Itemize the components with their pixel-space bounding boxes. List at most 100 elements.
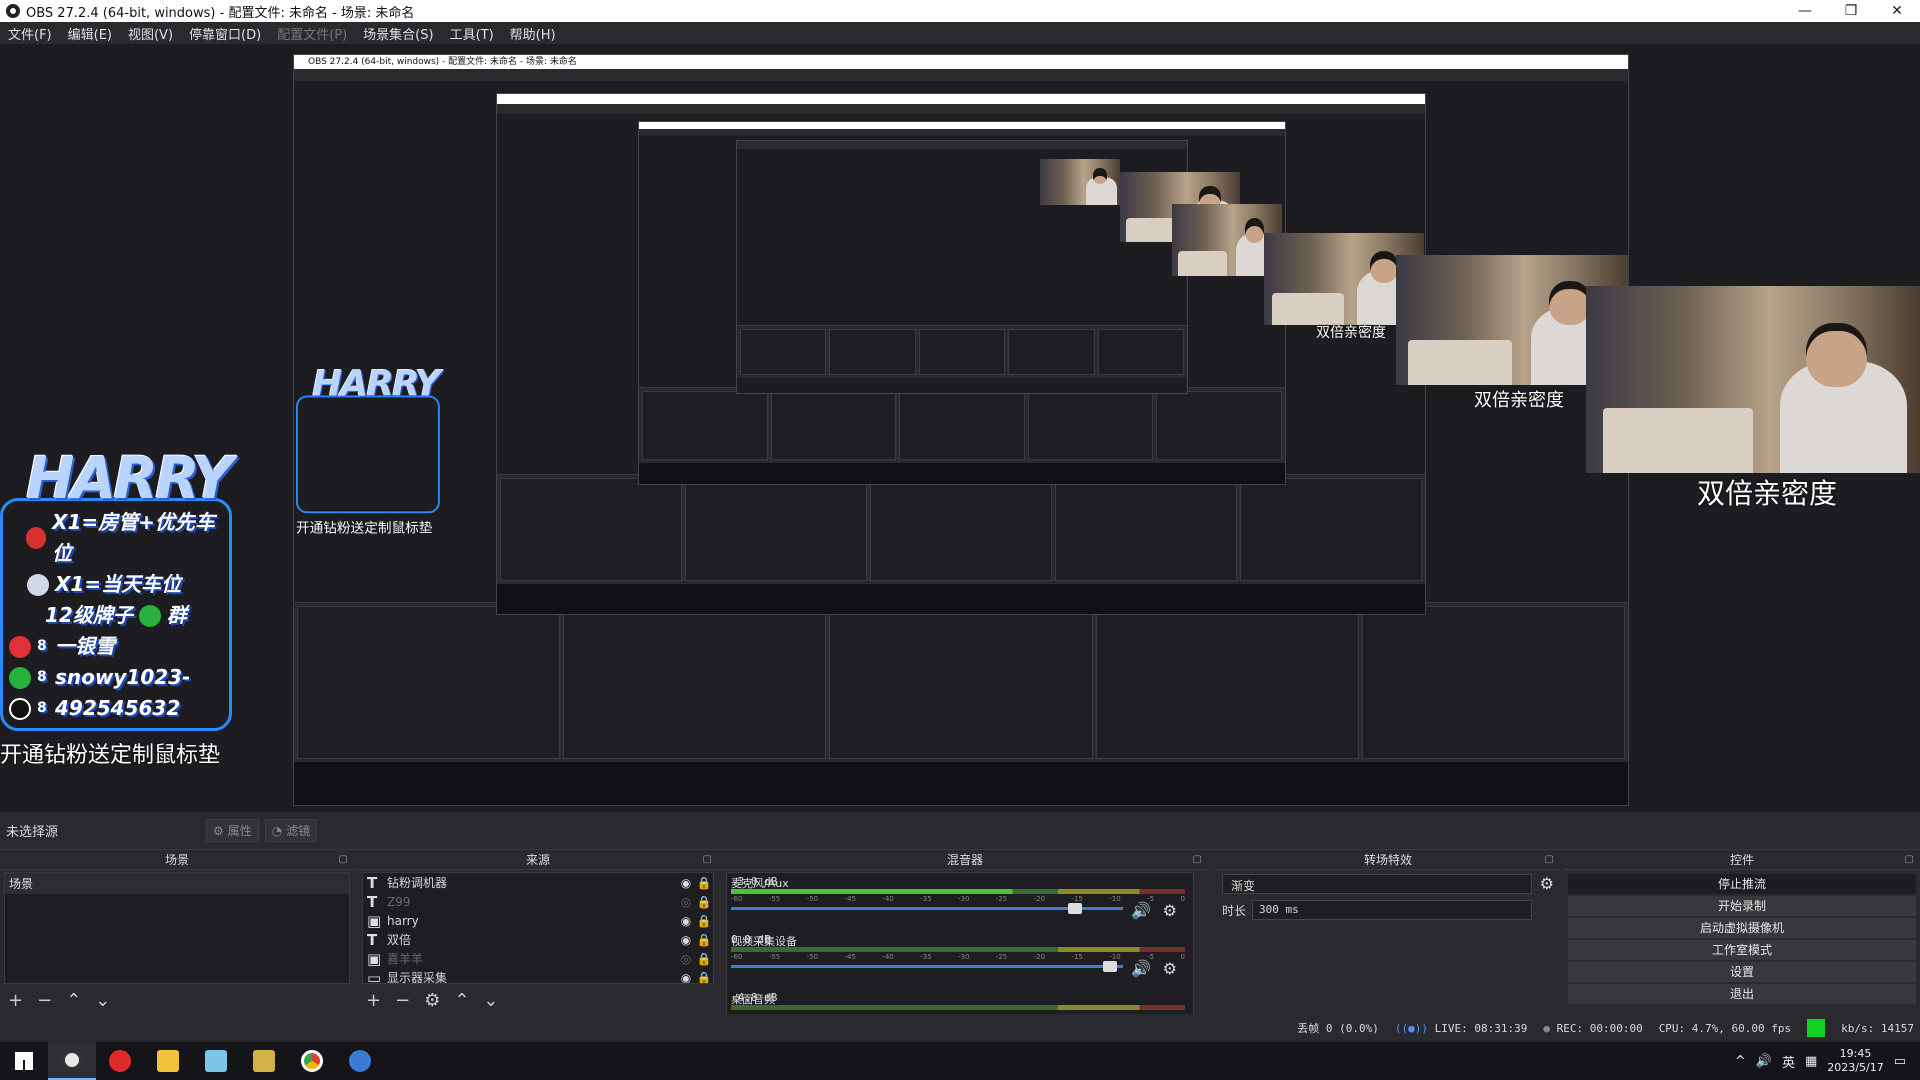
start-button[interactable] bbox=[0, 1042, 48, 1080]
chevron-up-icon[interactable]: ^ bbox=[1735, 1054, 1746, 1069]
remove-scene-button[interactable]: − bbox=[37, 990, 52, 1011]
gear-icon: ⚙ bbox=[213, 823, 224, 838]
ime-indicator[interactable]: 英 bbox=[1782, 1052, 1795, 1071]
plane-icon bbox=[27, 573, 49, 596]
overlay-line-3: 12级牌子群 bbox=[45, 603, 187, 627]
move-down-icon[interactable]: ⌄ bbox=[483, 990, 498, 1011]
taskbar-app-steam[interactable] bbox=[336, 1042, 384, 1080]
ime-grid-icon[interactable]: ▦ bbox=[1805, 1054, 1817, 1069]
clock-time: 19:45 bbox=[1839, 1047, 1872, 1060]
menu-help[interactable]: 帮助(H) bbox=[502, 24, 564, 43]
meter-scale: -60 -55 -50 -45 -40 -35 -30 -25 -20 -15 -10 -5 0 bbox=[731, 953, 1185, 961]
menu-edit[interactable]: 编辑(E) bbox=[60, 24, 120, 43]
add-source-button[interactable]: + bbox=[366, 990, 381, 1011]
source-settings-icon[interactable]: ⚙ bbox=[424, 990, 440, 1011]
preview-canvas[interactable]: OBS 27.2.4 (64-bit, windows) - 配置文件: 未命名… bbox=[0, 44, 1920, 812]
exit-button[interactable]: 退出 bbox=[1568, 984, 1916, 1004]
overlay-line-4: 8 一银雪 bbox=[9, 631, 219, 662]
minimize-button[interactable]: — bbox=[1782, 0, 1828, 22]
sources-toolbar: + − ⚙ ⌃ ⌄ bbox=[366, 990, 499, 1011]
restore-button[interactable]: ❐ bbox=[1828, 0, 1874, 22]
eye-hidden-icon[interactable]: ◎ bbox=[677, 895, 695, 909]
close-button[interactable]: ✕ bbox=[1874, 0, 1920, 22]
netease-icon bbox=[109, 1050, 131, 1072]
menu-bar: 文件(F) 编辑(E) 视图(V) 停靠窗口(D) 配置文件(P) 场景集合(S… bbox=[0, 22, 1920, 44]
transition-select[interactable]: 渐变 bbox=[1222, 874, 1532, 894]
eye-hidden-icon[interactable]: ◎ bbox=[677, 952, 695, 966]
start-recording-button[interactable]: 开始录制 bbox=[1568, 896, 1916, 916]
no-source-selected-label: 未选择源 bbox=[6, 825, 59, 840]
menu-file[interactable]: 文件(F) bbox=[0, 24, 60, 43]
eye-icon[interactable]: ◉ bbox=[677, 933, 695, 947]
speaker-icon[interactable]: 🔊 bbox=[1131, 959, 1151, 978]
nested-taskbar-2 bbox=[497, 584, 1425, 614]
menu-profile[interactable]: 配置文件(P) bbox=[269, 24, 355, 43]
source-row[interactable]: T 钻粉调机器 ◉ 🔒 bbox=[363, 873, 713, 892]
eye-icon[interactable]: ◉ bbox=[677, 914, 695, 928]
filters-button[interactable]: ◔ 滤镜 bbox=[264, 819, 318, 842]
add-scene-button[interactable]: + bbox=[8, 990, 23, 1011]
nested-taskbar-3 bbox=[639, 463, 1285, 484]
volume-slider-knob[interactable] bbox=[1068, 903, 1083, 914]
source-row[interactable]: ▣ harry ◉ 🔒 bbox=[363, 911, 713, 930]
move-up-icon[interactable]: ⌃ bbox=[454, 990, 469, 1011]
wechat-group-icon bbox=[138, 604, 161, 627]
volume-icon[interactable]: 🔊 bbox=[1756, 1054, 1772, 1069]
lock-icon[interactable]: 🔒 bbox=[695, 952, 713, 966]
volume-slider[interactable] bbox=[731, 903, 1123, 914]
filter-icon: ◔ bbox=[271, 823, 283, 838]
move-up-icon[interactable]: ⌃ bbox=[66, 990, 81, 1011]
caption-text-large: 双倍亲密度 bbox=[1697, 477, 1838, 510]
lock-icon[interactable]: 🔒 bbox=[695, 895, 713, 909]
speaker-icon[interactable]: 🔊 bbox=[1131, 901, 1151, 920]
lock-icon[interactable]: 🔒 bbox=[695, 876, 713, 890]
move-down-icon[interactable]: ⌄ bbox=[95, 990, 110, 1011]
menu-scene-collection[interactable]: 场景集合(S) bbox=[355, 24, 441, 43]
sources-list[interactable]: T 钻粉调机器 ◉ 🔒 T Z99 ◎ 🔒 ▣ harry ◉ 🔒 T 双倍 ◉ 🔒 ▣ 喜羊羊 ◎ 🔒 ▭ 显… bbox=[362, 872, 714, 984]
source-row[interactable]: T Z99 ◎ 🔒 bbox=[363, 892, 713, 911]
steam-icon bbox=[349, 1050, 371, 1072]
notification-icon[interactable]: ▭ bbox=[1894, 1054, 1906, 1069]
source-row[interactable]: T 双倍 ◉ 🔒 bbox=[363, 930, 713, 949]
menu-docks[interactable]: 停靠窗口(D) bbox=[181, 24, 269, 43]
menu-view[interactable]: 视图(V) bbox=[120, 24, 181, 43]
gear-icon[interactable]: ⚙ bbox=[1163, 901, 1177, 920]
volume-slider-knob[interactable] bbox=[1103, 961, 1118, 972]
lock-icon[interactable]: 🔒 bbox=[695, 971, 713, 984]
taskbar-app-netease[interactable] bbox=[96, 1042, 144, 1080]
settings-button[interactable]: 设置 bbox=[1568, 962, 1916, 982]
studio-mode-button[interactable]: 工作室模式 bbox=[1568, 940, 1916, 960]
eye-icon[interactable]: ◉ bbox=[677, 971, 695, 984]
taskbar-app-game[interactable] bbox=[240, 1042, 288, 1080]
gear-icon[interactable]: ⚙ bbox=[1540, 874, 1554, 893]
stop-streaming-button[interactable]: 停止推流 bbox=[1568, 874, 1916, 894]
taskbar-app-obs[interactable] bbox=[48, 1042, 96, 1080]
scenes-list[interactable]: 场景 bbox=[4, 872, 350, 984]
menu-tools[interactable]: 工具(T) bbox=[442, 24, 502, 43]
scenes-toolbar: + − ⌃ ⌄ bbox=[8, 990, 110, 1011]
taskbar-app-explorer[interactable] bbox=[144, 1042, 192, 1080]
eye-icon[interactable]: ◉ bbox=[677, 876, 695, 890]
lock-icon[interactable]: 🔒 bbox=[695, 933, 713, 947]
clock[interactable]: 19:45 2023/5/17 bbox=[1827, 1047, 1883, 1075]
nested-titlebar-2 bbox=[497, 94, 1425, 104]
dropped-frames-status: 丢帧 0 (0.0%) bbox=[1297, 1022, 1379, 1035]
lock-icon[interactable]: 🔒 bbox=[695, 914, 713, 928]
taskbar-app-chrome[interactable] bbox=[288, 1042, 336, 1080]
controls-dock-title: 控件 bbox=[1564, 850, 1920, 870]
scene-item[interactable]: 场景 bbox=[5, 873, 349, 894]
cpu-status: CPU: 4.7%, 60.00 fps bbox=[1658, 1021, 1792, 1035]
gear-icon[interactable]: ⚙ bbox=[1163, 959, 1177, 978]
remove-source-button[interactable]: − bbox=[395, 990, 410, 1011]
source-row[interactable]: ▭ 显示器采集 ◉ 🔒 bbox=[363, 968, 713, 984]
duration-input[interactable]: 300 ms bbox=[1252, 900, 1532, 920]
overlay-line-1: X1=房管+优先车位 bbox=[9, 507, 219, 569]
source-row[interactable]: ▣ 喜羊羊 ◎ 🔒 bbox=[363, 949, 713, 968]
taskbar-app-notes[interactable] bbox=[192, 1042, 240, 1080]
properties-button[interactable]: ⚙ 属性 bbox=[206, 819, 259, 842]
mixer-dock-title: 混音器 bbox=[722, 850, 1208, 870]
text-source-icon: T bbox=[367, 892, 378, 911]
start-virtual-camera-button[interactable]: 启动虚拟摄像机 bbox=[1568, 918, 1916, 938]
volume-slider[interactable] bbox=[731, 961, 1123, 972]
qq-icon bbox=[9, 697, 31, 720]
